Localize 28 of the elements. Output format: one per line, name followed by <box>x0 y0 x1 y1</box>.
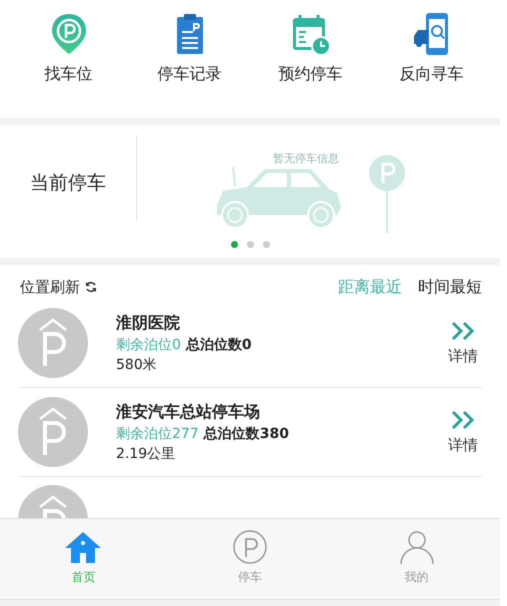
card-title: 当前停车 <box>29 171 107 196</box>
distance: 580米 <box>116 356 158 374</box>
total-spaces: 总泊位数380 <box>204 424 289 442</box>
shortcut-label[interactable]: 预约停车 <box>278 64 342 85</box>
page-dot[interactable] <box>246 241 254 248</box>
double-chevron-icon <box>450 410 476 430</box>
home-icon[interactable] <box>63 529 104 565</box>
shortcut-label[interactable]: 找车位 <box>44 64 92 85</box>
free-spaces: 剩余泊位0 <box>116 336 181 354</box>
details-button[interactable]: 详情 <box>448 320 478 366</box>
calendar-clock-icon[interactable] <box>290 12 330 56</box>
details-button[interactable]: 详情 <box>448 410 478 454</box>
shortcut-label[interactable]: 反向寻车 <box>400 64 464 85</box>
parking-icon <box>18 397 88 467</box>
sort-tab[interactable]: 时间最短 <box>418 276 482 298</box>
distance: 2.19公里 <box>116 444 176 462</box>
refresh-label[interactable]: 位置刷新 <box>20 278 80 296</box>
total-spaces: 总泊位数0 <box>186 336 252 354</box>
parking-icon <box>18 308 88 378</box>
page-dot[interactable] <box>262 241 270 248</box>
shortcut-label[interactable]: 停车记录 <box>158 64 222 85</box>
free-spaces: 剩余泊位277 <box>116 424 199 442</box>
refresh-icon[interactable] <box>84 280 98 294</box>
lot-name: 淮阴医院 <box>116 312 181 334</box>
lot-name: 淮安汽车总站停车场 <box>116 402 261 422</box>
double-chevron-icon <box>450 320 476 340</box>
empty-message: 暂无停车信息 <box>273 151 339 166</box>
page-dot[interactable] <box>230 241 238 248</box>
